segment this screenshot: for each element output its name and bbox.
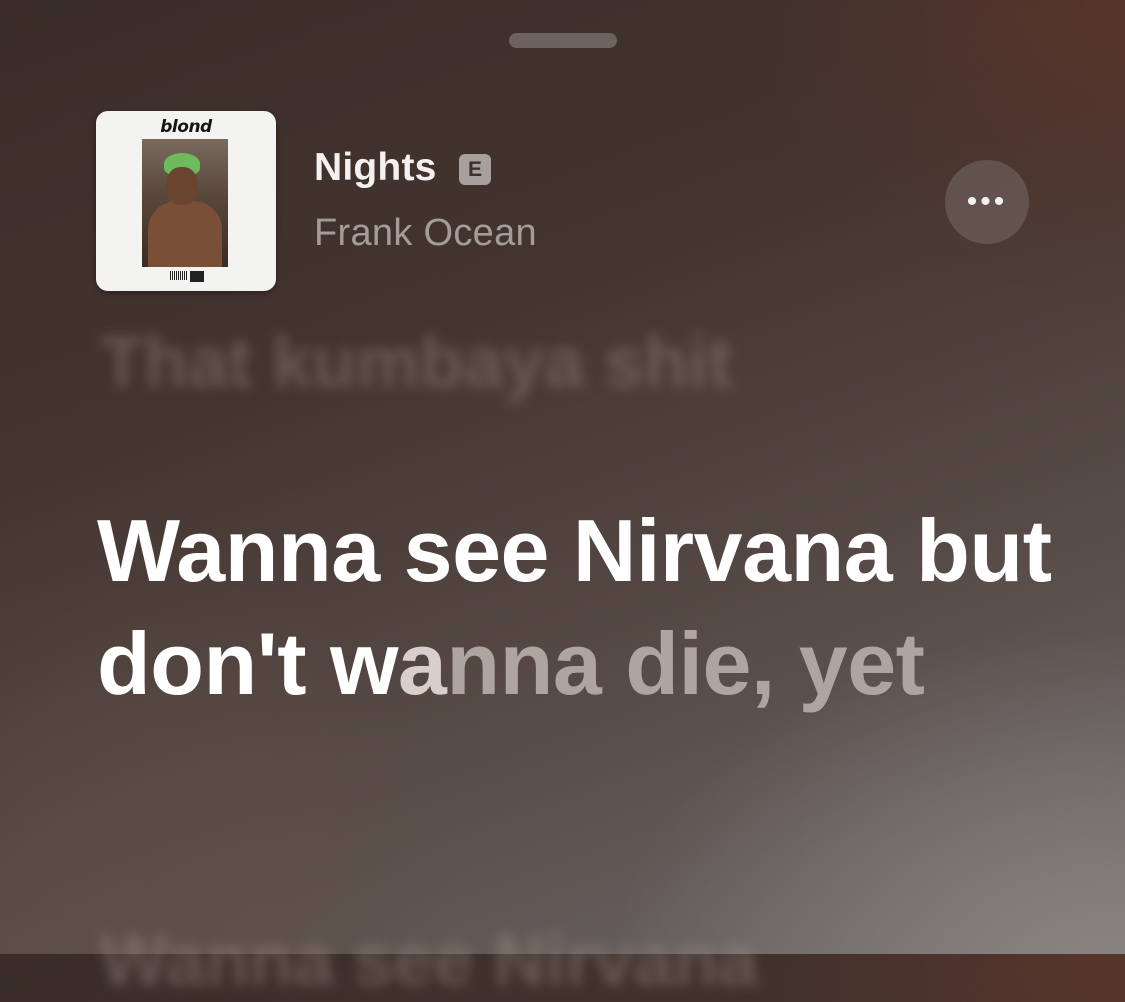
lyric-line-previous[interactable]: That kumbaya shit: [100, 322, 732, 404]
lyric-line-current[interactable]: Wanna see Nirvana but don't wanna die, y…: [97, 494, 1057, 720]
album-cover-body: [148, 201, 222, 267]
sheet-grabber-handle[interactable]: [509, 33, 617, 48]
album-artwork[interactable]: blond: [96, 111, 276, 291]
album-cover-face: [166, 167, 198, 205]
explicit-badge: E: [459, 154, 491, 185]
lyric-line-next[interactable]: Wanna see Nirvana: [100, 920, 758, 1002]
artist-name[interactable]: Frank Ocean: [314, 212, 537, 255]
album-cover-barcode: [170, 271, 188, 280]
more-options-button[interactable]: •••: [945, 160, 1029, 244]
lyric-unsung-portion: nna die, yet: [446, 614, 925, 713]
album-cover-photo: [142, 139, 228, 267]
track-title: Nights: [314, 146, 437, 189]
ellipsis-icon: •••: [966, 185, 1008, 218]
album-cover-title: blond: [160, 117, 212, 137]
parental-advisory-label: [190, 271, 204, 282]
lyric-transition-portion: a: [397, 614, 447, 713]
